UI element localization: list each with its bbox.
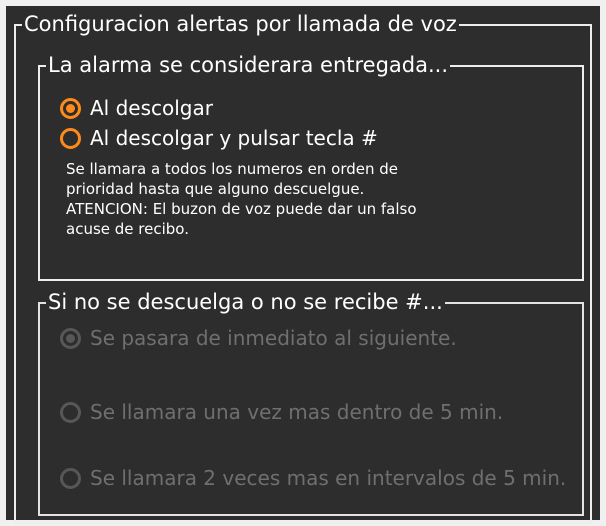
radio-unchecked-disabled-icon[interactable] [60,401,81,423]
radio-label-una-vez: Se llamara una vez mas dentro de 5 min. [90,400,504,424]
radio-option-descolgar-tecla[interactable]: Al descolgar y pulsar tecla # [60,126,378,150]
radio-label-descolgar-tecla: Al descolgar y pulsar tecla # [90,126,378,150]
radio-option-dos-veces[interactable]: Se llamara 2 veces mas en intervalos de … [60,466,566,490]
radio-option-inmediato[interactable]: Se pasara de inmediato al siguiente. [60,326,457,350]
help-line: Se llamara a todos los numeros en orden … [66,160,399,178]
radio-option-una-vez[interactable]: Se llamara una vez mas dentro de 5 min. [60,400,503,424]
delivery-condition-title: La alarma se considerara entregada... [46,51,451,79]
fallback-action-title: Si no se descuelga o no se recibe #... [46,288,445,316]
radio-checked-disabled-icon[interactable] [60,327,81,349]
radio-label-inmediato: Se pasara de inmediato al siguiente. [90,326,457,350]
radio-unchecked-icon[interactable] [60,127,81,149]
help-line: prioridad hasta que alguno descuelgue. [66,180,365,198]
help-line: ATENCION: El buzon de voz puede dar un f… [66,200,417,218]
radio-label-dos-veces: Se llamara 2 veces mas en intervalos de … [90,466,567,490]
voice-alert-config-title: Configuracion alertas por llamada de voz [22,10,459,38]
help-line: acuse de recibo. [66,220,189,238]
voice-alert-settings-panel: Configuracion alertas por llamada de voz… [6,6,600,524]
radio-checked-icon[interactable] [60,97,81,119]
radio-label-al-descolgar: Al descolgar [90,96,213,120]
radio-unchecked-disabled-icon[interactable] [60,467,81,489]
delivery-help-text: Se llamara a todos los numeros en orden … [66,159,417,239]
radio-option-al-descolgar[interactable]: Al descolgar [60,96,213,120]
